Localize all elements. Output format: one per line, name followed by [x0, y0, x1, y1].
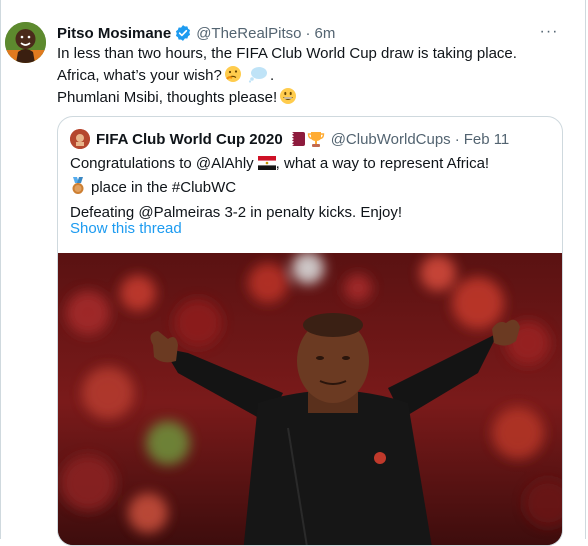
bronze-medal-icon	[70, 177, 86, 202]
user-handle[interactable]: @TheRealPitso	[196, 25, 301, 42]
quoted-tweet[interactable]: FIFA Club World Cup 2020 @ClubWorldCups …	[57, 116, 563, 546]
quoted-separator-dot: ·	[454, 130, 460, 148]
timestamp[interactable]: 6m	[314, 25, 335, 42]
quoted-display-name[interactable]: FIFA Club World Cup 2020	[96, 131, 283, 148]
quoted-date[interactable]: Feb 11	[464, 131, 510, 148]
quoted-text-line-1: Congratulations to @AlAhly , what a way t…	[70, 153, 550, 177]
quoted-text-line-2: place in the #ClubWC	[70, 177, 550, 202]
display-name[interactable]: Pitso Mosimane	[57, 25, 171, 42]
tweet-text-line-2b: .	[265, 67, 275, 84]
quoted-handle[interactable]: @ClubWorldCups	[331, 131, 451, 148]
tweet-text-line-3: Phumlani Msibi, thoughts please!	[57, 87, 567, 109]
grinning-face-icon	[279, 87, 297, 105]
quoted-text-line-2-text: place in the #ClubWC	[91, 179, 237, 196]
tweet-text-line-1: In less than two hours, the FIFA Club Wo…	[57, 45, 517, 62]
tweet-text-line-3-text: Phumlani Msibi, thoughts please!	[57, 89, 278, 106]
more-options-icon[interactable]: ···	[535, 18, 563, 46]
tweet-text-line-2a: Africa, what’s your wish?	[57, 67, 222, 84]
egypt-flag-icon	[257, 155, 276, 177]
tweet-text-line-2: Africa, what’s your wish? .	[57, 65, 567, 87]
verified-badge-icon	[174, 24, 192, 42]
separator-dot: ·	[305, 24, 311, 42]
quoted-tweet-header: FIFA Club World Cup 2020 @ClubWorldCups …	[70, 128, 509, 150]
quoted-avatar	[70, 129, 90, 149]
tweet-text: In less than two hours, the FIFA Club Wo…	[57, 43, 567, 109]
quoted-text-line-1b: , what a way to represent Africa!	[275, 155, 490, 172]
thinking-face-icon	[224, 65, 242, 83]
tweet-card[interactable]: Pitso Mosimane @TheRealPitso · 6m ··· In…	[0, 0, 586, 546]
qatar-flag-icon	[286, 132, 305, 146]
show-thread-link[interactable]: Show this thread	[70, 218, 182, 240]
quoted-tweet-text: Congratulations to @AlAhly , what a way t…	[70, 153, 550, 224]
tweet-header: Pitso Mosimane @TheRealPitso · 6m	[57, 22, 547, 44]
quoted-tweet-photo[interactable]	[58, 253, 562, 545]
trophy-icon	[307, 130, 325, 148]
speech-balloon-icon	[248, 65, 267, 83]
avatar[interactable]	[5, 22, 46, 63]
quoted-text-line-1a: Congratulations to @AlAhly	[70, 155, 254, 172]
